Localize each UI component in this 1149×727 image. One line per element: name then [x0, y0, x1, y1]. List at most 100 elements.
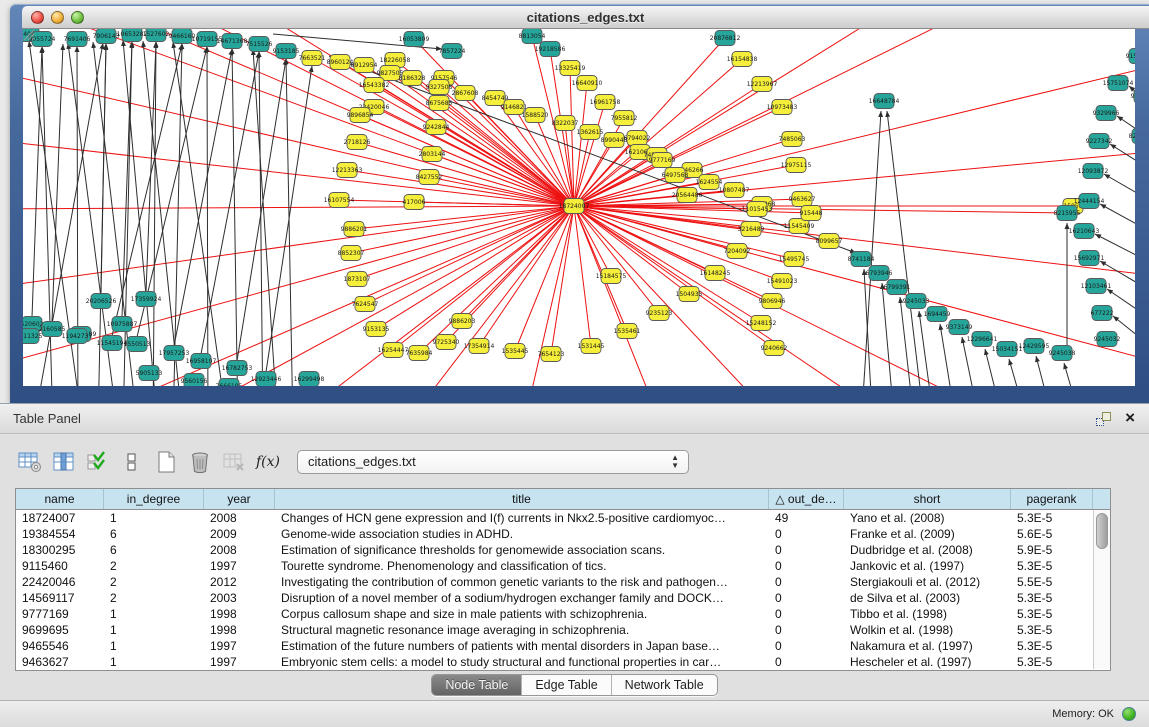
function-builder-icon[interactable]: f(x) — [253, 448, 283, 476]
table-cell[interactable]: 14569117 — [16, 590, 104, 606]
table-cell[interactable]: 1 — [104, 622, 204, 638]
rows-icon[interactable] — [117, 448, 147, 476]
table-cell[interactable]: 18300295 — [16, 542, 104, 558]
column-header-short[interactable]: short — [844, 489, 1011, 509]
network-canvas[interactable]: 1872400789601248912954182260589827505818… — [23, 29, 1135, 386]
table-cell[interactable]: 5.3E-5 — [1011, 654, 1093, 670]
table-cell[interactable]: 9463627 — [16, 654, 104, 670]
table-row[interactable]: 1456911722003Disruption of a novel membe… — [16, 590, 1110, 606]
table-cell[interactable]: Jankovic et al. (1997) — [844, 558, 1011, 574]
table-cell[interactable]: 9699695 — [16, 622, 104, 638]
column-header-title[interactable]: title — [275, 489, 769, 509]
table-cell[interactable]: Stergiakouli et al. (2012) — [844, 574, 1011, 590]
table-cell[interactable]: 2008 — [204, 542, 275, 558]
table-cell[interactable]: 0 — [769, 558, 844, 574]
memory-status-icon[interactable] — [1122, 707, 1136, 721]
column-header-in_degree[interactable]: in_degree — [104, 489, 204, 509]
table-cell[interactable]: 19384554 — [16, 526, 104, 542]
minimize-window-button[interactable] — [51, 11, 64, 24]
table-row[interactable]: 2242004622012Investigating the contribut… — [16, 574, 1110, 590]
table-cell[interactable]: 2003 — [204, 590, 275, 606]
close-panel-icon[interactable]: × — [1125, 408, 1135, 428]
table-cell[interactable]: Changes of HCN gene expression and I(f) … — [275, 510, 769, 526]
table-cell[interactable]: 0 — [769, 622, 844, 638]
table-cell[interactable]: 1 — [104, 654, 204, 670]
select-columns-icon[interactable] — [49, 448, 79, 476]
window-titlebar[interactable]: citations_edges.txt — [22, 6, 1149, 29]
table-cell[interactable]: 18724007 — [16, 510, 104, 526]
table-cell[interactable]: 0 — [769, 574, 844, 590]
table-cell[interactable]: Embryonic stem cells: a model to study s… — [275, 654, 769, 670]
table-cell[interactable]: 5.3E-5 — [1011, 510, 1093, 526]
float-panel-icon[interactable] — [1096, 412, 1111, 426]
table-cell[interactable]: 1 — [104, 638, 204, 654]
table-cell[interactable]: 5.6E-5 — [1011, 526, 1093, 542]
table-cell[interactable]: Investigating the contribution of common… — [275, 574, 769, 590]
table-cell[interactable]: Estimation of the future numbers of pati… — [275, 638, 769, 654]
table-cell[interactable]: 2 — [104, 574, 204, 590]
table-cell[interactable]: Disruption of a novel member of a sodium… — [275, 590, 769, 606]
table-cell[interactable]: 1 — [104, 606, 204, 622]
table-cell[interactable]: 1998 — [204, 622, 275, 638]
table-cell[interactable]: Corpus callosum shape and size in male p… — [275, 606, 769, 622]
table-cell[interactable]: 6 — [104, 526, 204, 542]
table-cell[interactable]: 5.3E-5 — [1011, 558, 1093, 574]
table-cell[interactable]: 49 — [769, 510, 844, 526]
table-cell[interactable]: 22420046 — [16, 574, 104, 590]
table-cell[interactable]: 2012 — [204, 574, 275, 590]
table-cell[interactable]: Tourette syndrome. Phenomenology and cla… — [275, 558, 769, 574]
table-cell[interactable]: 5.3E-5 — [1011, 638, 1093, 654]
table-cell[interactable]: Yano et al. (2008) — [844, 510, 1011, 526]
table-cell[interactable]: 1997 — [204, 558, 275, 574]
table-row[interactable]: 911546021997Tourette syndrome. Phenomeno… — [16, 558, 1110, 574]
table-cell[interactable]: 9465546 — [16, 638, 104, 654]
table-cell[interactable]: 5.3E-5 — [1011, 622, 1093, 638]
table-cell[interactable]: 1998 — [204, 606, 275, 622]
table-cell[interactable]: 9777169 — [16, 606, 104, 622]
tab-edge-table[interactable]: Edge Table — [522, 675, 611, 695]
table-cell[interactable]: 2009 — [204, 526, 275, 542]
table-cell[interactable]: 2 — [104, 558, 204, 574]
resize-grip[interactable] — [23, 29, 1134, 385]
select-all-icon[interactable] — [83, 448, 113, 476]
tab-node-table[interactable]: Node Table — [432, 675, 522, 695]
table-cell[interactable]: 0 — [769, 638, 844, 654]
table-cell[interactable]: Genome-wide association studies in ADHD. — [275, 526, 769, 542]
table-cell[interactable]: Wolkin et al. (1998) — [844, 622, 1011, 638]
table-cell[interactable]: Dudbridge et al. (2008) — [844, 542, 1011, 558]
table-cell[interactable]: 0 — [769, 654, 844, 670]
table-row[interactable]: 946554611997Estimation of the future num… — [16, 638, 1110, 654]
zoom-window-button[interactable] — [71, 11, 84, 24]
column-header-name[interactable]: name — [16, 489, 104, 509]
table-cell[interactable]: Nakamura et al. (1997) — [844, 638, 1011, 654]
column-header-out_de[interactable]: △ out_de… — [769, 489, 844, 509]
table-cell[interactable]: 0 — [769, 606, 844, 622]
close-window-button[interactable] — [31, 11, 44, 24]
table-cell[interactable]: 5.3E-5 — [1011, 606, 1093, 622]
table-chooser-dropdown[interactable]: citations_edges.txt ▲▼ — [297, 450, 689, 474]
table-cell[interactable]: 5.5E-5 — [1011, 574, 1093, 590]
table-settings-icon[interactable] — [15, 448, 45, 476]
delete-trash-icon[interactable] — [185, 448, 215, 476]
table-row[interactable]: 969969511998Structural magnetic resonanc… — [16, 622, 1110, 638]
table-cell[interactable]: 2008 — [204, 510, 275, 526]
table-cell[interactable]: 0 — [769, 526, 844, 542]
table-cell[interactable]: de Silva et al. (2003) — [844, 590, 1011, 606]
table-cell[interactable]: 9115460 — [16, 558, 104, 574]
table-cell[interactable]: 0 — [769, 590, 844, 606]
table-row[interactable]: 1830029562008Estimation of significance … — [16, 542, 1110, 558]
table-cell[interactable]: 6 — [104, 542, 204, 558]
table-cell[interactable]: 1997 — [204, 654, 275, 670]
table-cell[interactable]: 1997 — [204, 638, 275, 654]
table-cell[interactable]: Estimation of significance thresholds fo… — [275, 542, 769, 558]
table-row[interactable]: 1872400712008Changes of HCN gene express… — [16, 510, 1110, 526]
table-cell[interactable]: Hescheler et al. (1997) — [844, 654, 1011, 670]
table-row[interactable]: 946362711997Embryonic stem cells: a mode… — [16, 654, 1110, 670]
table-row[interactable]: 1938455462009Genome-wide association stu… — [16, 526, 1110, 542]
table-cell[interactable]: 1 — [104, 510, 204, 526]
table-cell[interactable]: Tibbo et al. (1998) — [844, 606, 1011, 622]
table-cell[interactable]: Franke et al. (2009) — [844, 526, 1011, 542]
table-cell[interactable]: 2 — [104, 590, 204, 606]
table-cell[interactable]: 5.9E-5 — [1011, 542, 1093, 558]
vertical-scrollbar[interactable] — [1093, 510, 1110, 669]
